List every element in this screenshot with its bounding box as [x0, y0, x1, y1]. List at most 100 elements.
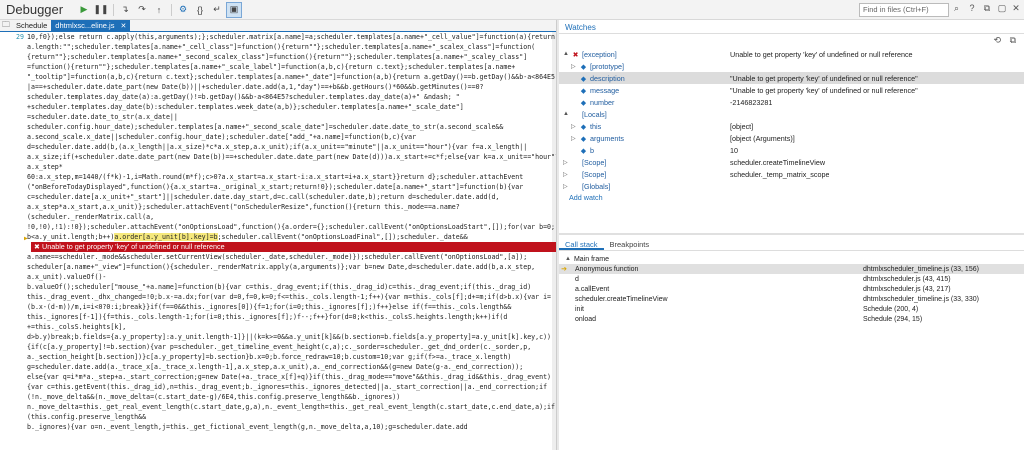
callstack-frame[interactable]: a.callEvent dhtmlxscheduler.js (43, 217) — [559, 284, 1024, 294]
callstack-frame[interactable]: ➔ Anonymous function dhtmlxscheduler_timel… — [559, 264, 1024, 274]
code-line[interactable]: {var c=this.getEvent(this._drag_id),n=th… — [0, 382, 556, 392]
callstack-frame[interactable]: scheduler.createTimelineView dhtmlxschedu… — [559, 294, 1024, 304]
code-line[interactable]: scheduler.config.hour_date);scheduler.te… — [0, 122, 556, 132]
watch-row[interactable]: ▷ ◆ arguments [object (Arguments)] — [559, 132, 1024, 144]
close-tab-icon[interactable]: ✕ — [120, 22, 126, 30]
watch-name: [Scope] — [582, 169, 607, 179]
code-line[interactable]: {if(c[a.y_property]!=b.section){var p=sc… — [0, 342, 556, 352]
code-line[interactable]: a.length:"";scheduler.templates[a.name+"… — [0, 42, 556, 52]
code-line[interactable]: (!n._move_delta&&(n._move_delta=(c.start… — [0, 392, 556, 402]
code-line[interactable]: "_tooltip"]=function(a,b,c){return c.tex… — [0, 72, 556, 82]
step-into-icon[interactable]: ↴ — [117, 2, 133, 18]
help-icon[interactable]: ? — [966, 3, 978, 17]
collapse-all-icon[interactable]: ⧉ — [1010, 35, 1016, 45]
code-line[interactable]: {return""};scheduler.templates[a.name+"_… — [0, 52, 556, 62]
search-icon[interactable]: ⌕ — [950, 3, 963, 17]
code-line[interactable]: a._section_height[b.section])}c[a.y_prop… — [0, 352, 556, 362]
expand-triangle-icon[interactable]: ▷ — [571, 135, 579, 142]
expand-triangle-icon[interactable]: ▷ — [571, 63, 579, 70]
callstack-frame[interactable]: onload Schedule (294, 15) — [559, 314, 1024, 324]
add-watch-link[interactable]: Add watch — [559, 192, 1024, 204]
pretty-print-icon[interactable]: {} — [192, 2, 208, 18]
callstack-frame[interactable]: d dhtmlxscheduler.js (43, 415) — [559, 274, 1024, 284]
tab-breakpoints[interactable]: Breakpoints — [604, 237, 656, 250]
folder-icon[interactable]: 🗀 — [0, 19, 12, 33]
code-line[interactable]: |a==+scheduler.date.date_part(new Date(b… — [0, 82, 556, 92]
watch-row[interactable]: ▷ ◆ [prototype] — [559, 60, 1024, 72]
watch-row[interactable]: ▷ [Scope] scheduler._temp_matrix_scope — [559, 168, 1024, 180]
step-over-icon[interactable]: ↷ — [134, 2, 150, 18]
watch-row[interactable]: ▷ [Globals] — [559, 180, 1024, 192]
restore-icon[interactable]: ⧉ — [981, 3, 993, 17]
code-line[interactable]: !0,!0),!1):!0});scheduler.attachEvent("o… — [0, 222, 556, 232]
code-line[interactable]: this._drag_event._dhx_changed=!0;b.x-=a.… — [0, 292, 556, 302]
code-line[interactable]: a.name==scheduler._mode&&scheduler.setCu… — [0, 252, 556, 262]
expand-triangle-icon[interactable]: ▷ — [563, 171, 571, 178]
add-watch-icon[interactable]: ⟲ — [994, 35, 1002, 45]
step-out-icon[interactable]: ↑ — [151, 2, 167, 18]
watch-row[interactable]: ◆ b 10 — [559, 144, 1024, 156]
watch-name: [exception] — [582, 49, 617, 59]
callstack-frame[interactable]: init Schedule (200, 4) — [559, 304, 1024, 314]
exceptions-icon[interactable]: ⚙ — [175, 2, 191, 18]
expand-triangle-icon[interactable]: ▲ — [563, 111, 571, 117]
code-line[interactable]: +=this._colsS.heights[k], — [0, 322, 556, 332]
code-line[interactable]: b._ignores){var o=n._event_length,j=this… — [0, 422, 556, 432]
code-line[interactable]: 60:a.x_step,m=1440/(f*k)-1,i=Math.round(… — [0, 172, 556, 182]
code-line[interactable]: =scheduler.date.date_to_str(a.x_date|| — [0, 112, 556, 122]
code-line[interactable]: a.x_unit).valueOf()- — [0, 272, 556, 282]
code-text: 10,f0});else return c.apply(this,argumen… — [27, 33, 556, 41]
watch-row[interactable]: ▷ [Scope] scheduler.createTimelineView — [559, 156, 1024, 168]
expand-triangle-icon[interactable]: ▷ — [563, 159, 571, 166]
code-line[interactable]: 29 10,f0});else return c.apply(this,argum… — [0, 32, 556, 42]
code-line[interactable]: (scheduler._renderMatrix.call(a, — [0, 212, 556, 222]
continue-icon[interactable]: ▶ — [76, 2, 92, 18]
code-line[interactable]: c=scheduler.date[a.x_unit+"_start"]||sch… — [0, 192, 556, 202]
code-line[interactable]: scheduler.templates.day_date(a):a.getDay… — [0, 92, 556, 102]
watch-row[interactable]: ▷ ◆ this [object] — [559, 120, 1024, 132]
code-line[interactable]: d=scheduler.date.add(b,(a.x_length||a.x_… — [0, 142, 556, 152]
code-line[interactable]: n._move_delta=this._get_real_event_lengt… — [0, 402, 556, 412]
find-in-files-input[interactable]: Find in files (Ctrl+F) — [859, 3, 949, 17]
code-line[interactable]: a.x_step*a.x_start,a.x_unit)};scheduler.… — [0, 202, 556, 212]
expand-triangle-icon[interactable]: ▲ — [563, 51, 571, 57]
maximize-icon[interactable]: ▢ — [996, 3, 1008, 17]
code-line[interactable]: b<a.y_unit.length;b++)a.order[a.y_unit[b… — [0, 232, 556, 242]
word-wrap-icon[interactable]: ↵ — [209, 2, 225, 18]
code-text: n._move_delta=this._get_real_event_lengt… — [27, 403, 555, 411]
tab-schedule[interactable]: Schedule — [12, 20, 51, 32]
watch-row[interactable]: ▲ ✖ [exception] Unable to get property 'key… — [559, 48, 1024, 60]
code-line[interactable]: a.second_scale.x_date||scheduler.config.… — [0, 132, 556, 142]
expand-triangle-icon[interactable]: ▷ — [571, 123, 579, 130]
close-icon[interactable]: ✕ — [1010, 3, 1022, 17]
frame-location: dhtmlxscheduler.js (43, 217) — [863, 285, 951, 293]
code-line[interactable]: ("onBeforeTodayDisplayed",function(){a.x… — [0, 182, 556, 192]
tab-call-stack[interactable]: Call stack — [559, 237, 604, 250]
code-line[interactable]: b.valueOf();scheduler["mouse_"+a.name]=f… — [0, 282, 556, 292]
break-icon[interactable]: ❚❚ — [93, 2, 109, 18]
just-my-code-icon[interactable]: ▣ — [226, 1, 242, 18]
code-line[interactable]: +scheduler.templates.day_date(b):schedul… — [0, 102, 556, 112]
watch-row[interactable]: ◆ message "Unable to get property 'key' of… — [559, 84, 1024, 96]
code-text: a._section_height[b.section])}c[a.y_prop… — [27, 353, 512, 361]
callstack-group[interactable]: ▲ Main frame — [559, 254, 1024, 264]
code-line[interactable]: a.x_size;if(+scheduler.date.date_part(ne… — [0, 152, 556, 162]
code-line[interactable]: (b.x-(d-m))/m,i=i<0?0:i;break}}if(f==0&&… — [0, 302, 556, 312]
tab-active-file[interactable]: dhtmlxsc...eline.js ✕ — [51, 19, 131, 32]
code-line[interactable]: a.x_step* — [0, 162, 556, 172]
panel-splitter[interactable] — [559, 233, 1024, 235]
code-editor[interactable]: 29 10,f0});else return c.apply(this,argum… — [0, 32, 556, 450]
watch-row[interactable]: ◆ description "Unable to get property 'key… — [559, 72, 1024, 84]
code-line[interactable]: this._ignores[f-1]){f=this._cols.length-… — [0, 312, 556, 322]
code-line[interactable]: else{var q=i*m*a._step+a._start_correcti… — [0, 372, 556, 382]
collapse-triangle-icon[interactable]: ▲ — [565, 256, 571, 262]
code-line[interactable]: scheduler[a.name+"_view"]=function(){sch… — [0, 262, 556, 272]
watch-row[interactable]: ▲ [Locals] — [559, 108, 1024, 120]
code-text: (!n._move_delta&&(n._move_delta=(c.start… — [27, 393, 401, 401]
code-line[interactable]: =function(){return""};scheduler.template… — [0, 62, 556, 72]
watch-row[interactable]: ◆ number -2146823281 — [559, 96, 1024, 108]
code-line[interactable]: (this.config.preserve_length&& — [0, 412, 556, 422]
code-line[interactable]: g=scheduler.date.add(a._trace_x[a._trace… — [0, 362, 556, 372]
code-line[interactable]: d>b.y)break;b.fields={a.y_property]:a.y_… — [0, 332, 556, 342]
expand-triangle-icon[interactable]: ▷ — [563, 183, 571, 190]
